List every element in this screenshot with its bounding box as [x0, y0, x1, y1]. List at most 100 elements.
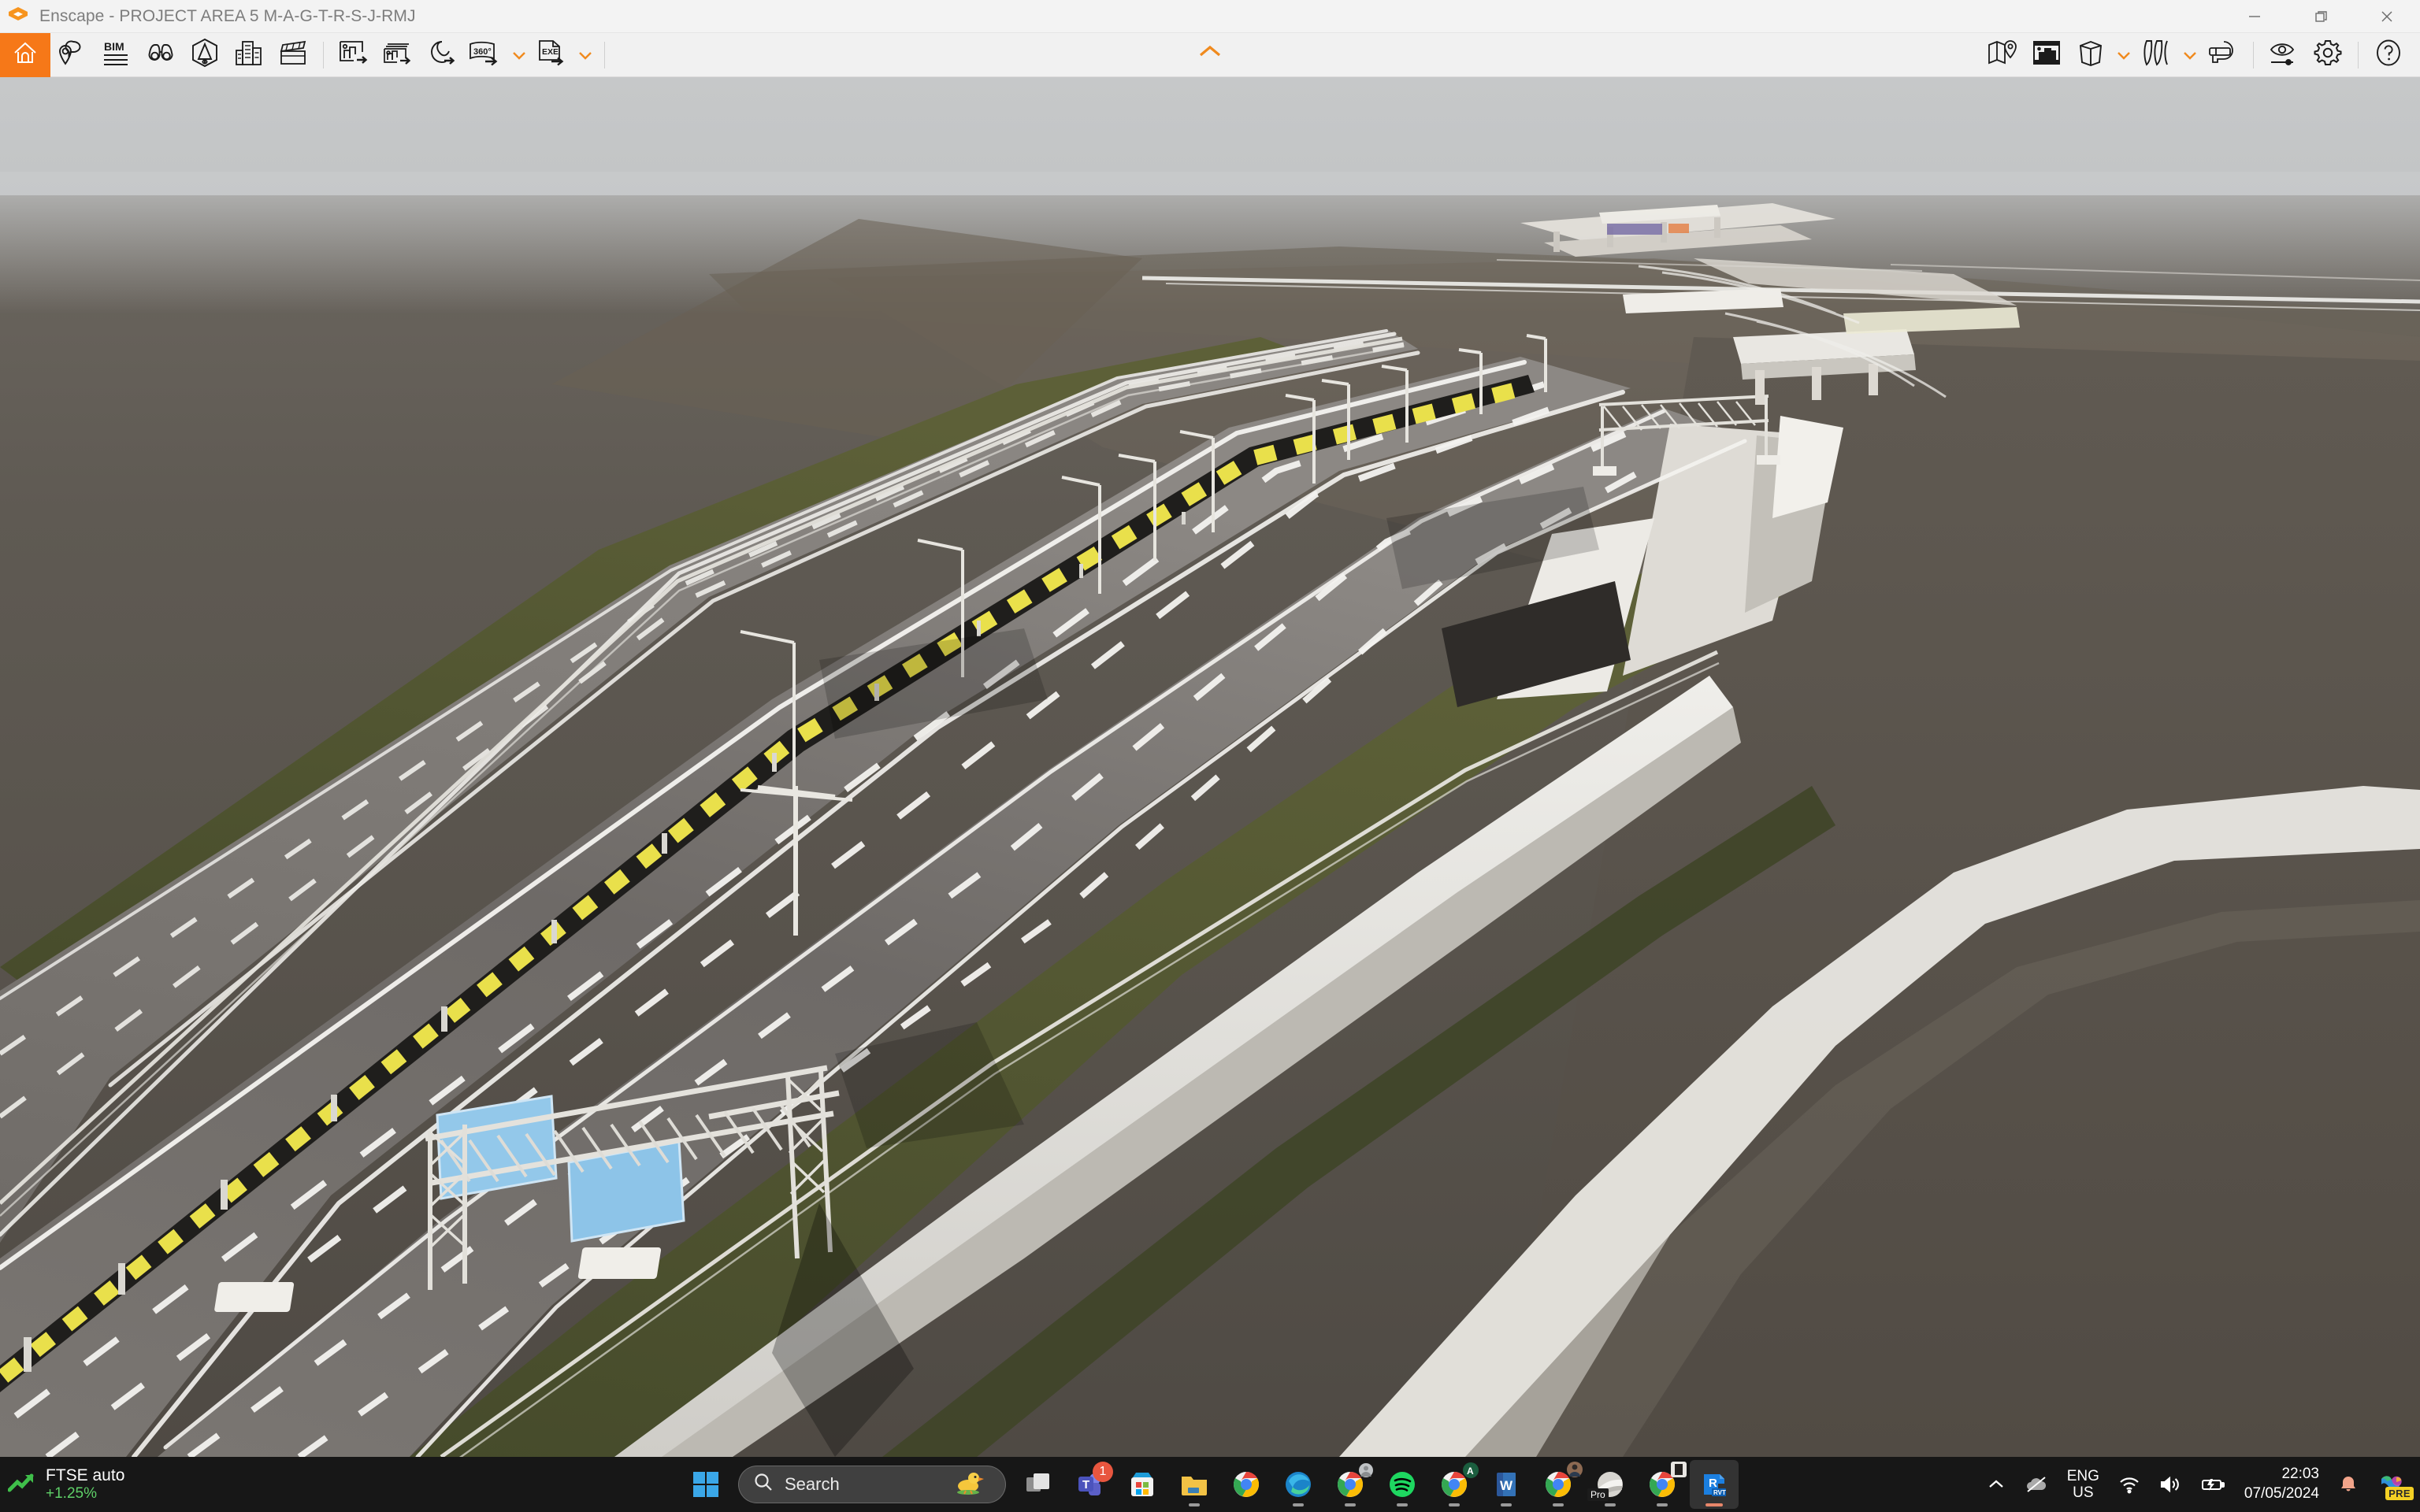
- toolbar-asset-library-button[interactable]: [183, 33, 227, 77]
- windows-taskbar: FTSE auto +1.25% Search T 1 A W Pro R RV…: [0, 1457, 2420, 1512]
- taskbar-app-area: Search T 1 A W Pro R RVT: [681, 1457, 1739, 1512]
- pin-chat-icon: [58, 39, 87, 70]
- toolbar-visual-settings-button[interactable]: [2262, 33, 2306, 77]
- copilot-icon[interactable]: PRE: [2370, 1462, 2414, 1506]
- taskbar-app-google-chrome-2[interactable]: [1326, 1460, 1375, 1509]
- pro-badge: Pro: [1587, 1488, 1609, 1501]
- toolbar-visual-presets-button[interactable]: [139, 33, 183, 77]
- tray-overflow-button[interactable]: [1979, 1462, 2014, 1506]
- taskbar-app-google-chrome-1[interactable]: [1222, 1460, 1271, 1509]
- toolbar-divider-4: [2358, 41, 2359, 69]
- running-indicator: [1605, 1503, 1616, 1506]
- language-line1: ENG: [2066, 1467, 2099, 1484]
- toolbar-collapse-button[interactable]: [1186, 33, 1234, 71]
- wifi-icon[interactable]: [2110, 1462, 2148, 1506]
- toolbar-panorama-button[interactable]: [420, 33, 464, 77]
- widget-change: +1.25%: [46, 1485, 97, 1503]
- notification-bell-icon[interactable]: [2330, 1462, 2366, 1506]
- binoculars-icon: [145, 41, 176, 69]
- chrome-account-badge: A: [1463, 1462, 1479, 1482]
- toolbar-render-image-button[interactable]: [332, 33, 376, 77]
- toolbar-export-exe-button[interactable]: EXE: [530, 33, 574, 77]
- keyboard-language-indicator[interactable]: ENG US: [2059, 1468, 2107, 1502]
- toolbar-views-button[interactable]: [50, 33, 95, 77]
- atmosphere-dropdown-caret[interactable]: [2179, 33, 2201, 77]
- toolbar-home-button[interactable]: [0, 32, 50, 77]
- toolbar-left-group: BIM 360° EXE: [0, 32, 613, 77]
- toolbar-bim-button[interactable]: BIM: [95, 33, 139, 77]
- taskbar-app-microsoft-word[interactable]: W: [1482, 1460, 1531, 1509]
- taskbar-app-google-chrome-3[interactable]: A: [1430, 1460, 1479, 1509]
- taskbar-clock[interactable]: 22:03 07/05/2024: [2236, 1465, 2327, 1503]
- export-360-dropdown-caret[interactable]: [508, 33, 530, 77]
- toolbar-atmosphere-button[interactable]: [2135, 33, 2179, 77]
- taskbar-widgets-button[interactable]: FTSE auto +1.25%: [0, 1457, 135, 1512]
- toolbar-material-library-button[interactable]: [227, 33, 271, 77]
- search-icon: [753, 1472, 774, 1497]
- view-mode-dropdown-caret[interactable]: [2113, 33, 2135, 77]
- duck-icon: [953, 1468, 985, 1501]
- svg-text:360°: 360°: [473, 47, 492, 57]
- project-frame-icon: [2032, 39, 2062, 70]
- toolbar-view-mode-button[interactable]: [2069, 33, 2113, 77]
- language-line2: US: [2073, 1484, 2094, 1501]
- running-indicator: [1293, 1503, 1304, 1506]
- clapperboard-icon: [278, 39, 308, 70]
- title-bar: Enscape - PROJECT AREA 5 M-A-G-T-R-S-J-R…: [0, 0, 2420, 33]
- start-button[interactable]: [681, 1460, 730, 1509]
- volume-icon[interactable]: [2151, 1462, 2189, 1506]
- system-tray: ENG US 22:03 07/05/2024 PRE: [1979, 1457, 2420, 1512]
- bim-icon: BIM: [102, 39, 132, 70]
- toolbar-settings-button[interactable]: [2306, 33, 2350, 77]
- export-exe-dropdown-caret[interactable]: [574, 33, 596, 77]
- panorama-icon: [426, 39, 458, 70]
- clock-date: 07/05/2024: [2244, 1485, 2319, 1502]
- toolbar-project-view-button[interactable]: [2025, 33, 2069, 77]
- svg-text:W: W: [1500, 1478, 1513, 1493]
- toolbar-site-context-button[interactable]: [1980, 33, 2025, 77]
- restore-button[interactable]: [2288, 0, 2354, 33]
- task-view-button[interactable]: [1014, 1460, 1063, 1509]
- enscape-3d-render-viewport[interactable]: [0, 77, 2420, 1457]
- enscape-logo-icon: [6, 5, 30, 28]
- close-button[interactable]: [2354, 0, 2420, 33]
- batch-render-icon: [382, 39, 414, 70]
- taskbar-app-google-chrome-4[interactable]: [1534, 1460, 1583, 1509]
- eye-slider-icon: [2268, 39, 2299, 70]
- home-icon: [11, 39, 39, 71]
- taskbar-app-microsoft-store[interactable]: [1118, 1460, 1167, 1509]
- taskbar-app-lumion-pro[interactable]: Pro: [1586, 1460, 1635, 1509]
- toolbar-divider: [323, 41, 324, 69]
- toolbar-export-360-button[interactable]: 360°: [464, 33, 508, 77]
- chrome-profile-photo: [1567, 1462, 1583, 1481]
- taskbar-app-file-explorer[interactable]: [1170, 1460, 1219, 1509]
- taskbar-app-microsoft-edge[interactable]: [1274, 1460, 1323, 1509]
- taskbar-app-microsoft-teams[interactable]: T 1: [1066, 1460, 1115, 1509]
- chrome-profile-avatar: [1359, 1463, 1373, 1481]
- search-placeholder: Search: [785, 1474, 840, 1494]
- toolbar-divider-2: [604, 41, 605, 69]
- onedrive-icon[interactable]: [2017, 1462, 2056, 1506]
- taskbar-search-box[interactable]: Search: [738, 1466, 1006, 1503]
- toolbar-vr-button[interactable]: [2201, 33, 2245, 77]
- running-indicator: [1189, 1503, 1200, 1506]
- svg-text:T: T: [1082, 1478, 1089, 1492]
- minimize-button[interactable]: [2221, 0, 2288, 33]
- trend-up-icon: [7, 1471, 36, 1499]
- taskbar-app-spotify[interactable]: [1378, 1460, 1427, 1509]
- toolbar-help-button[interactable]: [2366, 33, 2411, 77]
- svg-text:R: R: [1709, 1477, 1717, 1490]
- gear-icon: [2313, 38, 2343, 72]
- enscape-application-window: Enscape - PROJECT AREA 5 M-A-G-T-R-S-J-R…: [0, 0, 2420, 1512]
- running-indicator: [1449, 1503, 1460, 1506]
- running-indicator: [1397, 1503, 1408, 1506]
- toolbar-video-editor-button[interactable]: [271, 33, 315, 77]
- cube-icon: [2076, 39, 2106, 71]
- toolbar-batch-render-button[interactable]: [376, 33, 420, 77]
- taskbar-app-google-chrome-5[interactable]: [1638, 1460, 1687, 1509]
- battery-charging-icon[interactable]: [2192, 1462, 2233, 1506]
- toolbar-right-group: [1980, 33, 2420, 77]
- curtains-icon: [2142, 39, 2172, 71]
- taskbar-app-autodesk-revit[interactable]: R RVT: [1690, 1460, 1739, 1509]
- running-indicator: [1501, 1503, 1512, 1506]
